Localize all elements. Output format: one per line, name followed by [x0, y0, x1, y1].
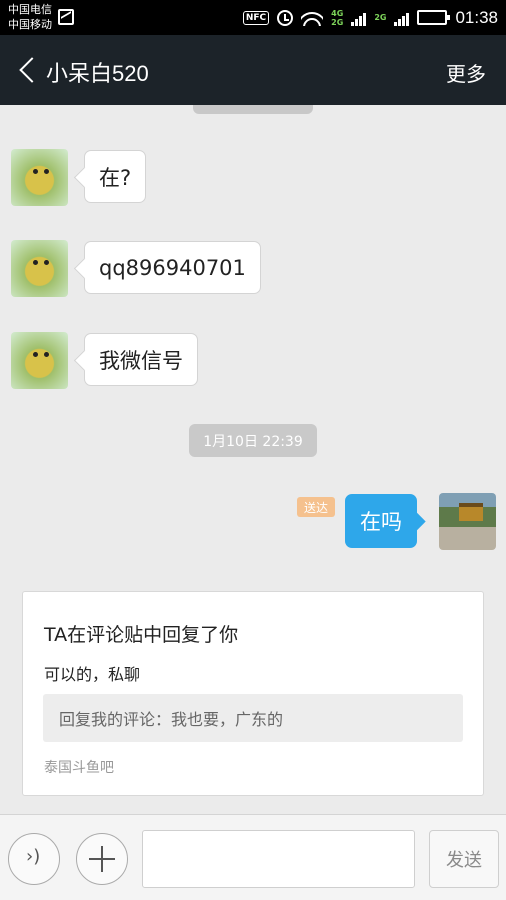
alarm-icon [277, 9, 294, 26]
clock: 01:38 [455, 7, 498, 27]
received-message[interactable]: 我微信号 [84, 333, 198, 386]
received-message[interactable]: 在? [84, 150, 147, 203]
my-avatar[interactable] [439, 493, 496, 550]
network-2g-label-2: 2G [374, 13, 387, 22]
message-text: 在吗 [360, 510, 402, 534]
chat-header: 小呆白520 更多 [0, 35, 506, 105]
chat-title: 小呆白520 [46, 61, 149, 86]
contact-avatar[interactable] [11, 149, 68, 206]
carrier-info: 中国电信 中国移动 [8, 2, 52, 32]
message-input[interactable] [142, 830, 415, 888]
received-message[interactable]: qq896940701 [84, 241, 261, 294]
nfc-icon: NFC [242, 10, 270, 25]
add-attachment-button[interactable] [76, 833, 128, 885]
sent-message[interactable]: 在吗 [345, 494, 417, 548]
network-type-icon: 4G 2G [331, 9, 343, 27]
reply-notification-card[interactable]: TA在评论贴中回复了你 可以的，私聊 回复我的评论：我也要，广东的 泰国斗鱼吧 [22, 591, 484, 796]
input-bar: ›) 发送 [0, 814, 506, 900]
network-2g-icon: 2G [374, 13, 386, 22]
card-quoted-comment: 回复我的评论：我也要，广东的 [43, 694, 463, 742]
signal-icon-2 [394, 10, 410, 26]
delivered-badge: 送达 [297, 497, 335, 517]
wifi-icon [301, 9, 324, 26]
signal-icon-1 [351, 10, 367, 26]
voice-button[interactable]: ›) [8, 833, 60, 885]
message-text: 我微信号 [99, 348, 183, 373]
battery-icon [417, 10, 451, 25]
card-source[interactable]: 泰国斗鱼吧 [44, 757, 114, 777]
status-icons: NFC 4G 2G 2G 01:38 [242, 0, 498, 35]
carrier-1: 中国电信 [8, 3, 52, 16]
load-more-indicator [193, 105, 313, 114]
card-title: TA在评论贴中回复了你 [44, 624, 239, 646]
back-button[interactable] [18, 57, 36, 83]
more-button[interactable]: 更多 [446, 58, 486, 87]
contact-avatar[interactable] [11, 332, 68, 389]
message-timestamp: 1月10日 22:39 [189, 424, 317, 457]
carrier-2: 中国移动 [8, 18, 52, 31]
card-reply-text: 可以的，私聊 [44, 665, 141, 684]
message-text: 在? [99, 165, 132, 190]
network-4g-label: 4G [331, 8, 344, 18]
status-bar: 中国电信 中国移动 NFC 4G 2G 2G 01:38 [0, 0, 506, 35]
message-text: qq896940701 [99, 255, 246, 280]
image-notification-icon [58, 9, 74, 25]
contact-avatar[interactable] [11, 240, 68, 297]
voice-icon: ›) [26, 846, 41, 867]
send-button[interactable]: 发送 [429, 830, 499, 888]
network-2g-label: 2G [331, 17, 344, 27]
